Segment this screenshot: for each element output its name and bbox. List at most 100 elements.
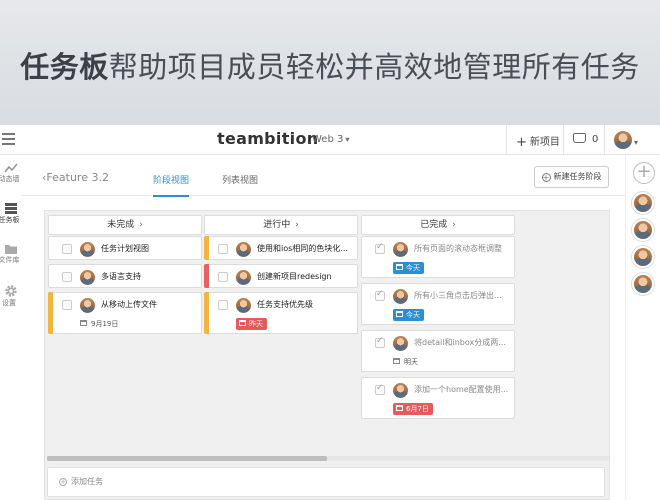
priority-stripe (48, 292, 53, 334)
left-sidebar: 动态墙 任务板 文件库 设置 (0, 156, 22, 500)
task-title: 所有小三角点击后弹出... (414, 291, 502, 300)
task-checkbox[interactable] (218, 300, 228, 310)
plus-circle-icon: + (541, 173, 551, 182)
task-card[interactable]: 从移动上传文件 9月19日 (48, 292, 202, 334)
banner-title: 任务板帮助项目成员轻松并高效地管理所有任务 (20, 50, 640, 84)
avatar (236, 298, 251, 313)
sidebar-item-files[interactable]: 文件库 (0, 243, 22, 265)
column-title: 未完成 (107, 220, 135, 230)
folder-icon (5, 245, 17, 254)
top-bar: teambition Web 3 ▾ + 新项目 0 ▾ (0, 125, 660, 155)
task-card[interactable]: 创建新项目redesign (204, 264, 358, 288)
task-card[interactable]: 任务支持优先级昨天 (204, 292, 358, 334)
task-checkbox[interactable] (62, 272, 72, 282)
priority-stripe (204, 264, 209, 288)
task-card[interactable]: 添加一个home配置使用... 6月7日 (361, 377, 515, 419)
calendar-icon (393, 358, 400, 364)
sidebar-item-settings[interactable]: 设置 (0, 284, 22, 308)
chevron-down-icon: ▾ (345, 135, 350, 144)
task-title: 从移动上传文件 (101, 300, 157, 309)
inbox-button[interactable]: 0 (573, 133, 598, 145)
task-checkbox[interactable] (375, 383, 385, 395)
task-checkbox[interactable] (375, 336, 385, 348)
task-card[interactable]: 多语言支持 (48, 264, 202, 288)
due-date-text: 6月7日 (406, 405, 429, 413)
chevron-right-icon: › (295, 220, 299, 230)
new-stage-label: 新建任务阶段 (553, 172, 602, 181)
plus-icon: + (516, 135, 527, 150)
divider (506, 125, 507, 155)
task-due-date: 今天 (393, 309, 424, 321)
chevron-down-icon: ▾ (634, 138, 639, 147)
sidebar-item-activity[interactable]: 动态墙 (0, 162, 22, 184)
task-title: 将detail和inbox分成两... (414, 338, 506, 347)
app-logo[interactable]: teambition (217, 129, 318, 148)
add-member-button[interactable]: + (633, 162, 655, 184)
task-due-date: 9月19日 (80, 318, 118, 330)
menu-icon[interactable] (2, 133, 15, 145)
sidebar-item-label: 动态墙 (0, 175, 20, 183)
chevron-right-icon: › (452, 220, 456, 230)
due-date-text: 昨天 (249, 320, 263, 328)
column-header[interactable]: 进行中 › (204, 215, 358, 235)
task-checkbox[interactable] (375, 242, 385, 254)
avatar[interactable] (632, 219, 654, 241)
scrollbar-thumb[interactable] (47, 456, 327, 461)
task-title: 所有页面的滚动态框调整 (414, 244, 502, 253)
sidebar-item-board[interactable]: 任务板 (0, 202, 22, 225)
avatar[interactable] (632, 192, 654, 214)
back-label: Feature 3.2 (46, 171, 109, 184)
avatar[interactable] (632, 273, 654, 295)
avatar[interactable] (632, 246, 654, 268)
task-checkbox[interactable] (375, 289, 385, 301)
horizontal-scrollbar[interactable] (47, 456, 609, 461)
user-menu[interactable]: ▾ (614, 131, 638, 153)
task-checkbox[interactable] (62, 300, 72, 310)
priority-stripe (204, 236, 209, 260)
due-date-text: 9月19日 (91, 320, 119, 328)
new-stage-button[interactable]: + 新建任务阶段 (534, 166, 609, 188)
task-card[interactable]: 所有小三角点击后弹出... 今天 (361, 283, 515, 325)
task-title: 任务支持优先级 (257, 300, 313, 309)
task-due-date: 6月7日 (393, 403, 433, 415)
task-card[interactable]: 使用和ios相同的色块化... (204, 236, 358, 260)
due-date-badge: 今天 (393, 309, 424, 321)
task-title: 使用和ios相同的色块化... (257, 244, 348, 253)
avatar (80, 242, 95, 257)
task-due-date: 昨天 (236, 318, 267, 330)
column-header[interactable]: 未完成 › (48, 215, 202, 235)
task-card[interactable]: 所有页面的滚动态框调整今天 (361, 236, 515, 278)
calendar-icon (396, 311, 403, 317)
due-date-text: 今天 (406, 311, 420, 319)
back-button[interactable]: ‹Feature 3.2 (42, 171, 109, 184)
avatar (393, 383, 408, 398)
task-checkbox[interactable] (218, 272, 228, 282)
new-project-label: 新项目 (529, 137, 560, 148)
chevron-right-icon: › (139, 220, 143, 230)
avatar (393, 289, 408, 304)
task-title: 创建新项目redesign (257, 272, 332, 281)
activity-icon (4, 163, 18, 173)
task-due-date: 明天 (393, 356, 418, 368)
task-card[interactable]: 任务计划视图 (48, 236, 202, 260)
column-header[interactable]: 已完成 › (361, 215, 515, 235)
calendar-icon (396, 405, 403, 411)
board-header: ‹Feature 3.2 阶段视图 列表视图 + 新建任务阶段 (22, 156, 625, 197)
promo-banner: 任务板帮助项目成员轻松并高效地管理所有任务 (0, 0, 660, 125)
gear-icon (5, 285, 17, 297)
calendar-icon (239, 320, 246, 326)
task-checkbox[interactable] (62, 244, 72, 254)
sidebar-item-label: 文件库 (0, 256, 20, 264)
due-date-text: 明天 (404, 358, 418, 366)
tab-stage-view[interactable]: 阶段视图 (153, 173, 190, 197)
task-due-date: 今天 (393, 262, 424, 274)
project-name: Web 3 (312, 134, 344, 145)
divider (604, 125, 605, 155)
add-task-button[interactable]: + 添加任务 (47, 467, 605, 497)
tab-list-view[interactable]: 列表视图 (222, 173, 258, 195)
task-card[interactable]: 将detail和inbox分成两... 明天 (361, 330, 515, 372)
new-project-button[interactable]: + 新项目 (516, 133, 560, 150)
avatar (614, 131, 632, 149)
task-checkbox[interactable] (218, 244, 228, 254)
project-switcher[interactable]: Web 3 ▾ (312, 134, 349, 145)
